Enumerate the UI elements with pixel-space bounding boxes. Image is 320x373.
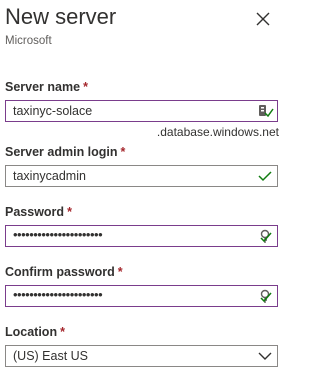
confirm-password-label: Confirm password * [5,265,123,279]
location-value: (US) East US [13,349,89,363]
confirm-password-value: •••••••••••••••••••••• [13,287,103,302]
location-label-text: Location [5,325,58,339]
key-validated-icon [259,105,274,118]
password-label: Password * [5,205,72,219]
key-icon [260,229,272,243]
required-marker: * [117,265,123,279]
chevron-down-icon [258,352,272,360]
required-marker: * [60,325,65,339]
panel-subtitle: Microsoft [5,35,52,47]
location-label: Location * [5,325,65,339]
server-name-suffix: .database.windows.net [156,125,279,139]
admin-login-label-text: Server admin login [5,145,118,159]
confirm-password-label-text: Confirm password [5,265,115,279]
password-value: •••••••••••••••••••••• [13,227,103,242]
required-marker: * [120,145,126,159]
server-name-label: Server name * [5,80,88,94]
key-icon [260,289,272,303]
password-label-text: Password [5,205,65,219]
admin-login-label: Server admin login * [5,145,125,159]
server-name-value: taxinyc-solace [13,104,93,118]
required-marker: * [83,80,88,94]
server-name-input[interactable]: taxinyc-solace [5,100,278,122]
location-dropdown[interactable]: (US) East US [5,345,278,367]
confirm-password-input[interactable]: •••••••••••••••••••••• [5,285,278,307]
server-name-label-text: Server name [5,80,81,94]
checkmark-icon [258,171,272,182]
admin-login-value: taxinycadmin [13,169,86,183]
close-icon[interactable] [254,10,272,28]
admin-login-input[interactable]: taxinycadmin [5,165,278,187]
password-input[interactable]: •••••••••••••••••••••• [5,225,278,247]
required-marker: * [67,205,72,219]
panel-title: New server [5,4,117,29]
